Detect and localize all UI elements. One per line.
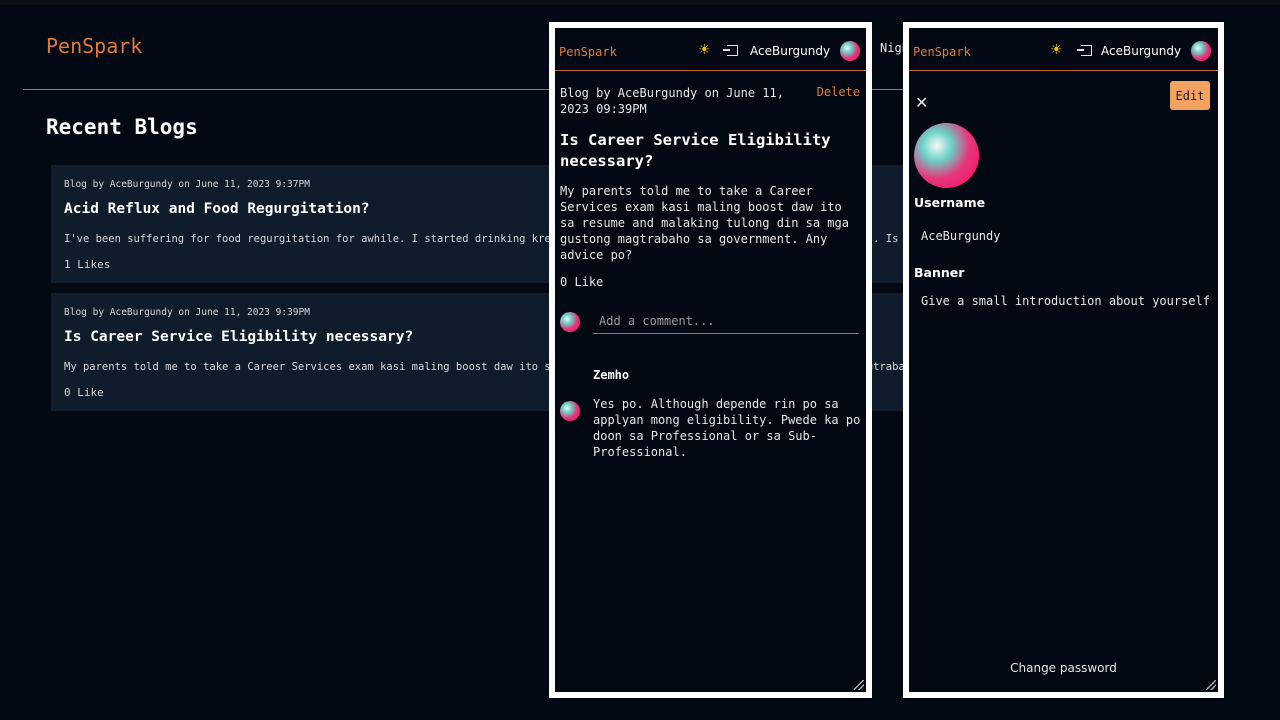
mobile-logo[interactable]: PenSpark bbox=[913, 45, 971, 59]
blog-title[interactable]: Is Career Service Eligibility necessary? bbox=[64, 329, 413, 345]
window-top-strip bbox=[0, 0, 1280, 5]
mobile-logo[interactable]: PenSpark bbox=[559, 45, 617, 59]
login-icon[interactable] bbox=[723, 45, 738, 56]
resize-handle[interactable] bbox=[854, 680, 864, 690]
comment-text: Yes po. Although depende rin po sa apply… bbox=[593, 397, 861, 459]
blog-body: My parents told me to take a Career Serv… bbox=[560, 184, 849, 262]
username-label: Username bbox=[914, 195, 986, 210]
comment-author: Zemho bbox=[593, 368, 630, 382]
avatar[interactable] bbox=[1191, 41, 1211, 61]
resize-handle[interactable] bbox=[1206, 680, 1216, 690]
blog-meta: Blog by AceBurgundy on June 11, 2023 09:… bbox=[560, 86, 784, 116]
like-count[interactable]: 0 Like bbox=[560, 275, 603, 289]
edit-button[interactable]: Edit bbox=[1170, 81, 1210, 110]
login-icon[interactable] bbox=[1077, 45, 1092, 56]
site-logo[interactable]: PenSpark bbox=[46, 34, 142, 58]
page-title: Recent Blogs bbox=[46, 115, 198, 139]
sun-icon[interactable]: ☀ bbox=[698, 42, 711, 58]
blog-likes: 0 Like bbox=[64, 386, 104, 399]
mobile-screen: PenSpark ☀ AceBurgundy Blog by AceBurgun… bbox=[555, 28, 866, 692]
mobile-header: PenSpark ☀ AceBurgundy bbox=[909, 28, 1218, 71]
mobile-header: PenSpark ☀ AceBurgundy bbox=[555, 28, 866, 71]
blog-meta: Blog by AceBurgundy on June 11, 2023 9:3… bbox=[64, 307, 310, 318]
avatar[interactable] bbox=[840, 41, 860, 61]
blog-meta: Blog by AceBurgundy on June 11, 2023 9:3… bbox=[64, 179, 310, 190]
mobile-screen: PenSpark ☀ AceBurgundy ✕ Edit Username A… bbox=[909, 28, 1218, 692]
comment-input[interactable] bbox=[593, 308, 859, 334]
username-value: AceBurgundy bbox=[921, 229, 1001, 243]
header-username[interactable]: AceBurgundy bbox=[1101, 44, 1181, 58]
close-icon[interactable]: ✕ bbox=[915, 93, 928, 112]
blog-title[interactable]: Acid Reflux and Food Regurgitation? bbox=[64, 201, 370, 217]
mobile-preview-blog: PenSpark ☀ AceBurgundy Blog by AceBurgun… bbox=[549, 22, 872, 698]
banner-value: Give a small introduction about yourself bbox=[921, 294, 1210, 308]
sun-icon[interactable]: ☀ bbox=[1050, 42, 1063, 58]
header-username[interactable]: AceBurgundy bbox=[750, 44, 830, 58]
comment-avatar bbox=[560, 401, 580, 421]
profile-avatar[interactable] bbox=[914, 123, 979, 188]
delete-button[interactable]: Delete bbox=[817, 85, 860, 99]
blog-title: Is Career Service Eligibility necessary? bbox=[560, 131, 831, 170]
comment-input-avatar bbox=[560, 312, 580, 332]
mobile-preview-profile: PenSpark ☀ AceBurgundy ✕ Edit Username A… bbox=[903, 22, 1224, 698]
blog-likes: 1 Likes bbox=[64, 258, 111, 271]
banner-label: Banner bbox=[914, 265, 965, 280]
change-password-link[interactable]: Change password bbox=[909, 661, 1218, 675]
